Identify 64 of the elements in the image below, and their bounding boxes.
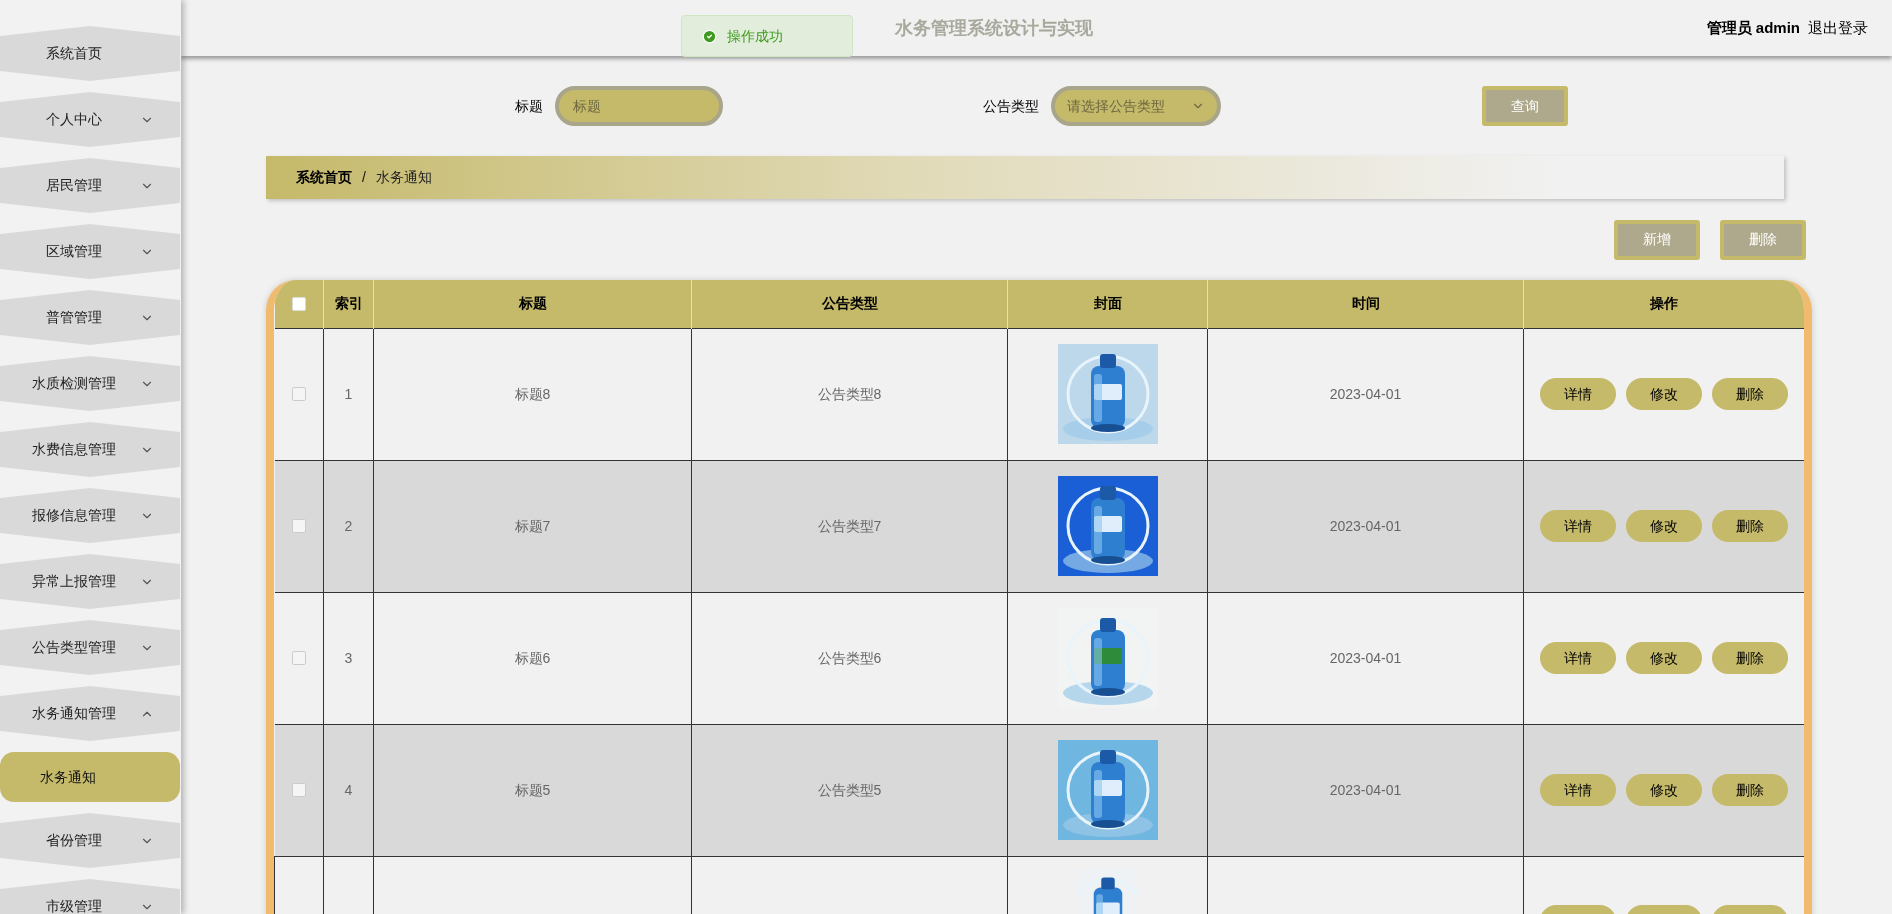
sidebar-item[interactable]: 省份管理	[0, 813, 180, 868]
action-button[interactable]: 详情	[1540, 510, 1616, 542]
time-cell: 2023-04-01	[1207, 328, 1524, 460]
checkbox[interactable]	[291, 783, 306, 797]
time-cell: 2023-04-01	[1207, 592, 1524, 724]
action-button[interactable]: 删除	[1712, 510, 1788, 542]
field-label: 标题	[515, 96, 543, 116]
time-cell: 2023-04-01	[1207, 724, 1524, 856]
type-cell: 公告类型8	[691, 328, 1008, 460]
action-button[interactable]: 详情	[1540, 642, 1616, 674]
title-cell: 标题5	[373, 724, 692, 856]
user-label: 管理员 admin	[1706, 17, 1800, 38]
time-cell: 2023-04-01	[1207, 460, 1524, 592]
title-cell: 标题6	[373, 592, 692, 724]
index-cell: 2	[323, 460, 374, 592]
column-header: 时间	[1207, 280, 1524, 328]
title-cell: 标题7	[373, 460, 692, 592]
index-cell: 1	[323, 328, 374, 460]
column-header: 公告类型	[691, 280, 1008, 328]
action-button[interactable]: 删除	[1712, 378, 1788, 410]
sidebar-item[interactable]: 水质检测管理	[0, 356, 180, 411]
action-button[interactable]: 修改	[1626, 774, 1702, 806]
app-title: 水务管理系统设计与实现	[894, 16, 1093, 40]
sidebar-item[interactable]: 水费信息管理	[0, 422, 180, 477]
column-header: 标题	[373, 280, 692, 328]
toast-message: 操作成功	[727, 26, 783, 46]
sidebar-item[interactable]: 异常上报管理	[0, 554, 180, 609]
field-label: 公告类型	[983, 96, 1039, 116]
sidebar-item[interactable]: 普管管理	[0, 290, 180, 345]
breadcrumb-separator: /	[362, 168, 366, 187]
sidebar-item[interactable]: 系统首页	[0, 26, 180, 81]
action-button[interactable]: 详情	[1540, 378, 1616, 410]
title-input[interactable]: 标题	[555, 86, 723, 126]
type-cell: 公告类型7	[691, 460, 1008, 592]
breadcrumb-item[interactable]: 水务通知	[375, 167, 432, 188]
breadcrumb-item[interactable]: 系统首页	[296, 167, 352, 188]
action-button[interactable]: 删除	[1712, 642, 1788, 674]
action-button[interactable]: 修改	[1626, 642, 1702, 674]
index-cell: 4	[323, 724, 374, 856]
sidebar-item[interactable]: 市级管理	[0, 879, 180, 914]
logout-link[interactable]: 退出登录	[1808, 16, 1868, 40]
sidebar-item[interactable]: 公告类型管理	[0, 620, 180, 675]
checkbox[interactable]	[291, 651, 306, 665]
sidebar-item[interactable]: 区域管理	[0, 224, 180, 279]
success-icon	[702, 28, 717, 44]
sidebar-item[interactable]: 居民管理	[0, 158, 180, 213]
type-cell: 公告类型5	[691, 724, 1008, 856]
checkbox[interactable]	[291, 387, 306, 401]
action-button[interactable]: 修改	[1626, 378, 1702, 410]
column-header: 封面	[1007, 280, 1208, 328]
column-header: 操作	[1523, 280, 1804, 328]
action-button[interactable]: 修改	[1626, 510, 1702, 542]
title-cell: 标题8	[373, 328, 692, 460]
sidebar-item[interactable]: 水务通知管理	[0, 686, 180, 741]
sidebar-subitem[interactable]: 水务通知	[0, 752, 180, 802]
action-button[interactable]: 删除	[1712, 774, 1788, 806]
sidebar-item[interactable]: 报修信息管理	[0, 488, 180, 543]
checkbox[interactable]	[291, 519, 306, 533]
sidebar-item[interactable]: 个人中心	[0, 92, 180, 147]
column-header: 索引	[323, 280, 374, 328]
type-cell: 公告类型6	[691, 592, 1008, 724]
index-cell: 3	[323, 592, 374, 724]
action-button[interactable]: 详情	[1540, 774, 1616, 806]
checkbox[interactable]	[291, 296, 306, 311]
